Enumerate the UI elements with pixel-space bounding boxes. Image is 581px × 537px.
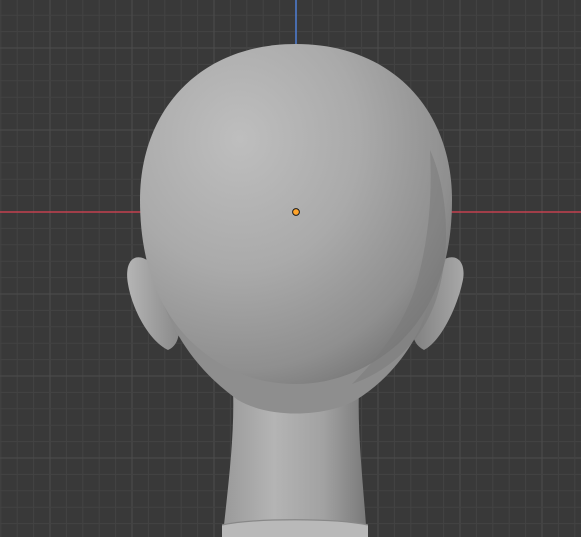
3d-viewport[interactable] [0, 0, 581, 537]
head-mesh[interactable] [127, 44, 464, 537]
origin-point[interactable] [292, 208, 300, 216]
viewport-canvas[interactable] [0, 0, 581, 537]
